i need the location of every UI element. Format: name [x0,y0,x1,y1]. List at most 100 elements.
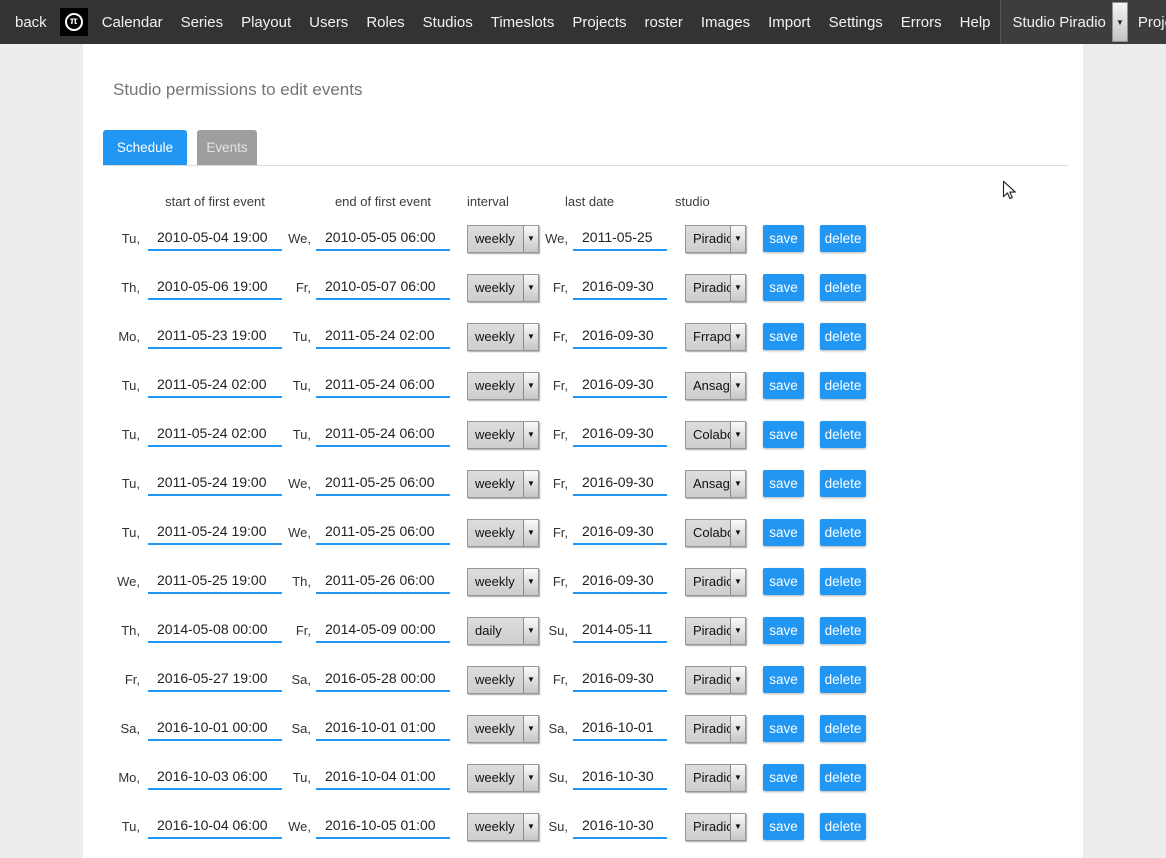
end-datetime-input[interactable] [316,766,450,790]
last-date-input[interactable] [573,668,667,692]
interval-select[interactable]: weekly ▼ [467,470,539,498]
start-datetime-input[interactable] [148,815,282,839]
end-datetime-input[interactable] [316,668,450,692]
start-datetime-input[interactable] [148,227,282,251]
start-datetime-input[interactable] [148,276,282,300]
last-date-input[interactable] [573,325,667,349]
delete-button[interactable]: delete [820,666,866,693]
nav-item-series[interactable]: Series [172,14,233,31]
last-date-input[interactable] [573,423,667,447]
nav-item-timeslots[interactable]: Timeslots [482,14,564,31]
interval-select[interactable]: weekly ▼ [467,568,539,596]
save-button[interactable]: save [763,813,804,840]
last-date-input[interactable] [573,570,667,594]
end-datetime-input[interactable] [316,472,450,496]
end-datetime-input[interactable] [316,815,450,839]
last-date-input[interactable] [573,815,667,839]
delete-button[interactable]: delete [820,715,866,742]
start-datetime-input[interactable] [148,717,282,741]
start-datetime-input[interactable] [148,619,282,643]
start-datetime-input[interactable] [148,325,282,349]
piradio-logo-icon[interactable]: π [60,8,88,36]
nav-item-projects[interactable]: Projects [563,14,635,31]
save-button[interactable]: save [763,666,804,693]
save-button[interactable]: save [763,617,804,644]
last-date-input[interactable] [573,766,667,790]
save-button[interactable]: save [763,225,804,252]
studio-select[interactable]: Piradio ▼ [685,813,746,841]
end-datetime-input[interactable] [316,423,450,447]
studio-selector[interactable]: Studio Piradio [1013,14,1112,31]
interval-select[interactable]: weekly ▼ [467,764,539,792]
last-date-input[interactable] [573,276,667,300]
start-datetime-input[interactable] [148,570,282,594]
nav-item-studios[interactable]: Studios [414,14,482,31]
nav-item-help[interactable]: Help [951,14,1000,31]
interval-select[interactable]: weekly ▼ [467,372,539,400]
nav-item-import[interactable]: Import [759,14,820,31]
studio-select[interactable]: Piradio ▼ [685,715,746,743]
nav-item-images[interactable]: Images [692,14,759,31]
last-date-input[interactable] [573,521,667,545]
nav-item-playout[interactable]: Playout [232,14,300,31]
start-datetime-input[interactable] [148,472,282,496]
save-button[interactable]: save [763,274,804,301]
delete-button[interactable]: delete [820,470,866,497]
studio-select[interactable]: Frrapo ▼ [685,323,746,351]
start-datetime-input[interactable] [148,766,282,790]
nav-item-users[interactable]: Users [300,14,357,31]
studio-select[interactable]: Piradio ▼ [685,225,746,253]
save-button[interactable]: save [763,764,804,791]
delete-button[interactable]: delete [820,519,866,546]
delete-button[interactable]: delete [820,225,866,252]
interval-select[interactable]: weekly ▼ [467,715,539,743]
nav-item-back[interactable]: back [0,14,55,31]
save-button[interactable]: save [763,715,804,742]
delete-button[interactable]: delete [820,813,866,840]
interval-select[interactable]: weekly ▼ [467,813,539,841]
end-datetime-input[interactable] [316,374,450,398]
last-date-input[interactable] [573,374,667,398]
last-date-input[interactable] [573,717,667,741]
interval-select[interactable]: weekly ▼ [467,323,539,351]
start-datetime-input[interactable] [148,374,282,398]
last-date-input[interactable] [573,227,667,251]
studio-select[interactable]: Ansage ▼ [685,470,746,498]
studio-select[interactable]: Piradio ▼ [685,274,746,302]
nav-item-roles[interactable]: Roles [357,14,413,31]
interval-select[interactable]: weekly ▼ [467,666,539,694]
end-datetime-input[interactable] [316,717,450,741]
start-datetime-input[interactable] [148,521,282,545]
save-button[interactable]: save [763,568,804,595]
start-datetime-input[interactable] [148,668,282,692]
nav-item-roster[interactable]: roster [636,14,692,31]
save-button[interactable]: save [763,519,804,546]
end-datetime-input[interactable] [316,276,450,300]
interval-select[interactable]: weekly ▼ [467,274,539,302]
last-date-input[interactable] [573,619,667,643]
save-button[interactable]: save [763,323,804,350]
tab-events[interactable]: Events [197,130,257,165]
project-selector[interactable]: Project 88vier [1138,14,1166,31]
delete-button[interactable]: delete [820,323,866,350]
interval-select[interactable]: weekly ▼ [467,421,539,449]
save-button[interactable]: save [763,372,804,399]
studio-select[interactable]: Piradio ▼ [685,617,746,645]
studio-select[interactable]: Piradio ▼ [685,666,746,694]
save-button[interactable]: save [763,421,804,448]
save-button[interactable]: save [763,470,804,497]
delete-button[interactable]: delete [820,372,866,399]
delete-button[interactable]: delete [820,764,866,791]
end-datetime-input[interactable] [316,521,450,545]
studio-select[interactable]: Colabo ▼ [685,421,746,449]
end-datetime-input[interactable] [316,325,450,349]
nav-item-calendar[interactable]: Calendar [93,14,172,31]
interval-select[interactable]: daily ▼ [467,617,539,645]
delete-button[interactable]: delete [820,568,866,595]
studio-select[interactable]: Colabo ▼ [685,519,746,547]
end-datetime-input[interactable] [316,570,450,594]
delete-button[interactable]: delete [820,421,866,448]
studio-select[interactable]: Piradio ▼ [685,764,746,792]
end-datetime-input[interactable] [316,619,450,643]
interval-select[interactable]: weekly ▼ [467,225,539,253]
